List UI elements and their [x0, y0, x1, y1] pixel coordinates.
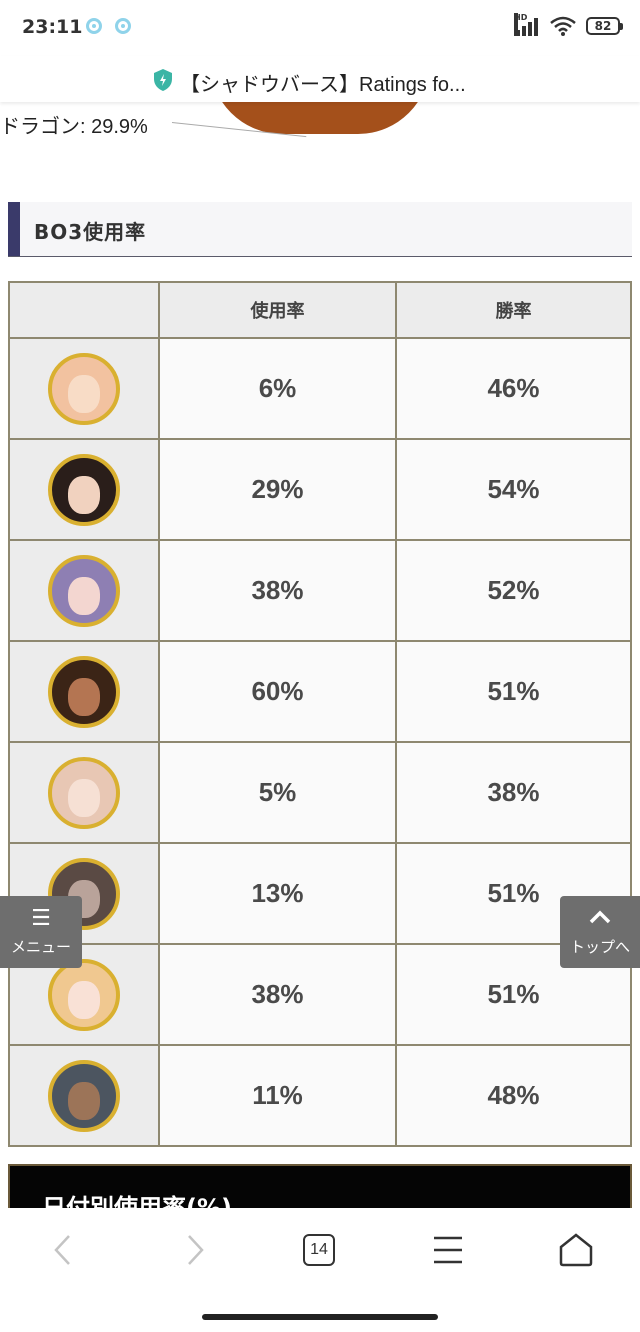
winrate-cell: 46%: [395, 337, 632, 440]
usage-cell: 38%: [158, 943, 397, 1046]
address-bar[interactable]: 【シャドウバース】Ratings fo...: [0, 56, 640, 102]
table-row: 38% 52%: [8, 539, 632, 642]
leader-icon-cell: [8, 539, 160, 642]
usage-cell: 60%: [158, 640, 397, 743]
battery-indicator: 82: [586, 17, 623, 35]
section-title: BO3使用率: [34, 220, 147, 244]
section-header: BO3使用率: [8, 202, 632, 257]
forward-icon[interactable]: [174, 1230, 214, 1270]
sync-icon: [86, 18, 102, 34]
pie-slice-label: ドラゴン: 29.9%: [0, 116, 148, 138]
dragon-leader-avatar: [48, 655, 120, 728]
sync-icon: [115, 18, 131, 34]
necro-leader-avatar: [48, 756, 120, 829]
table-header-winrate: 勝率: [395, 281, 632, 339]
winrate-cell: 52%: [395, 539, 632, 642]
back-to-top-label: トップへ: [569, 938, 630, 956]
page-title[interactable]: 【シャドウバース】Ratings fo...: [180, 68, 466, 97]
tab-switcher-button[interactable]: 14: [303, 1234, 335, 1266]
winrate-cell: 38%: [395, 741, 632, 844]
elf-leader-avatar: [48, 352, 120, 425]
browser-bottom-bar: 14: [0, 1208, 640, 1332]
leader-icon-cell: [8, 438, 160, 541]
table-row: 60% 51%: [8, 640, 632, 743]
table-row: 29% 54%: [8, 438, 632, 541]
table-row: 5% 38%: [8, 741, 632, 844]
status-bar: 23:11 HD 82: [0, 0, 640, 56]
table-header-usage: 使用率: [158, 281, 397, 339]
table-row: 11% 48%: [8, 1044, 632, 1147]
usage-cell: 13%: [158, 842, 397, 945]
bo3-usage-table: 使用率 勝率 6% 46% 29% 54% 38% 52% 60% 51% 5%…: [8, 281, 632, 1147]
back-icon[interactable]: [44, 1230, 84, 1270]
usage-cell: 5%: [158, 741, 397, 844]
home-indicator[interactable]: [202, 1314, 438, 1320]
table-row: 6% 46%: [8, 337, 632, 440]
status-icons: HD 82: [514, 13, 623, 36]
section-accent-bar: [8, 202, 20, 256]
chevron-up-icon: [560, 896, 640, 936]
usage-cell: 38%: [158, 539, 397, 642]
leader-icon-cell: [8, 337, 160, 440]
menu-button[interactable]: ☰ メニュー: [0, 896, 82, 968]
menu-lines-icon[interactable]: [428, 1230, 468, 1270]
back-to-top-button[interactable]: トップへ: [560, 896, 640, 968]
status-time: 23:11: [22, 16, 83, 38]
usage-cell: 6%: [158, 337, 397, 440]
menu-label: メニュー: [10, 938, 71, 956]
nemesis-leader-avatar: [48, 1059, 120, 1132]
table-row: 38% 51%: [8, 943, 632, 1046]
bishop-leader-avatar: [48, 958, 120, 1031]
secure-shield-icon: [154, 69, 172, 91]
wifi-icon: [550, 16, 576, 36]
winrate-cell: 48%: [395, 1044, 632, 1147]
winrate-cell: 54%: [395, 438, 632, 541]
witch-leader-avatar: [48, 554, 120, 627]
usage-cell: 11%: [158, 1044, 397, 1147]
signal-icon: HD: [514, 13, 540, 36]
home-icon[interactable]: [556, 1230, 596, 1270]
table-header-icon: [8, 281, 160, 339]
winrate-cell: 51%: [395, 640, 632, 743]
table-header-row: 使用率 勝率: [8, 281, 632, 339]
leader-icon-cell: [8, 741, 160, 844]
usage-cell: 29%: [158, 438, 397, 541]
leader-icon-cell: [8, 640, 160, 743]
royal-leader-avatar: [48, 453, 120, 526]
leader-icon-cell: [8, 1044, 160, 1147]
hamburger-icon: ☰: [31, 906, 51, 931]
table-row: 13% 51%: [8, 842, 632, 945]
